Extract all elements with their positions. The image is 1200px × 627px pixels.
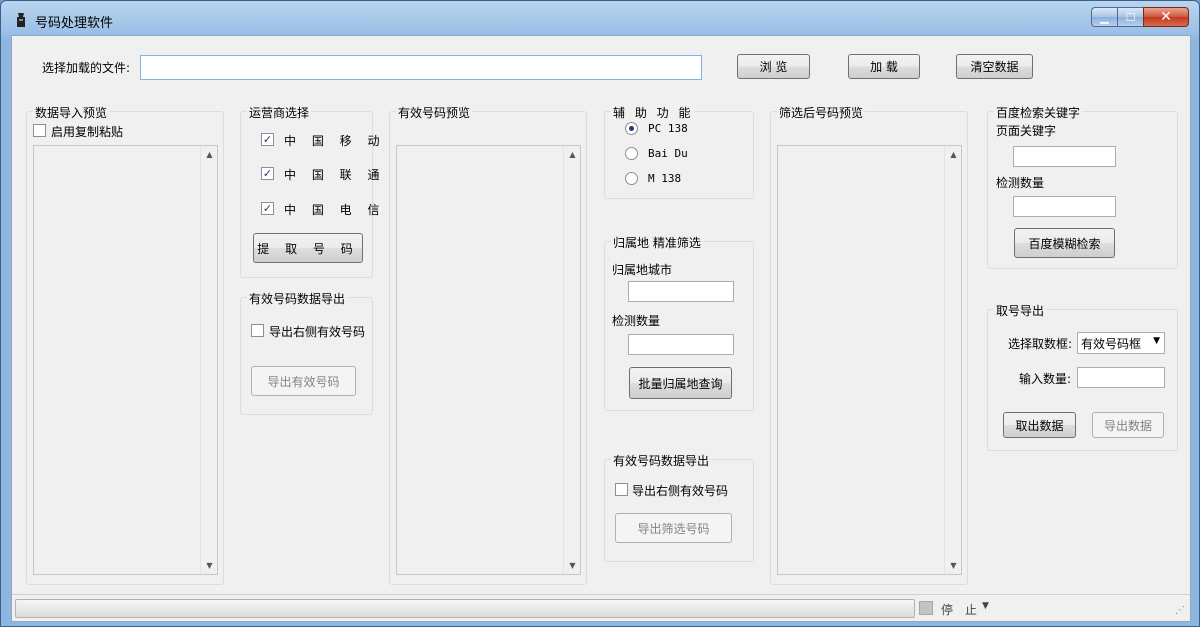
client-area: 选择加载的文件: 浏 览 加 载 清空数据 数据导入预览 启用复制粘贴 ▲ ▼ … (11, 35, 1191, 622)
import-preview-title: 数据导入预览 (33, 104, 110, 121)
status-bar: 停 止 ▼ ⋰ (12, 594, 1190, 621)
valid-export-checkbox[interactable] (251, 324, 264, 337)
region-city-label: 归属地城市 (612, 263, 673, 277)
filtered-scrollbar[interactable]: ▲ ▼ (944, 146, 961, 574)
aux-pc138-label: PC 138 (648, 122, 688, 135)
chevron-down-icon[interactable]: ▼ (982, 601, 989, 611)
scroll-up-icon[interactable]: ▲ (201, 146, 218, 163)
file-label: 选择加载的文件: (42, 61, 131, 75)
carrier-telecom-label: 中 国 电 信 (284, 203, 386, 217)
fetch-count-input[interactable] (1077, 367, 1165, 388)
fetch-group: 取号导出 选择取数框: 有效号码框 ▼ 输入数量: 取出数据 导出数据 (987, 302, 1178, 451)
caption-buttons: ▁ ☐ ✕ (1091, 7, 1189, 27)
close-button[interactable]: ✕ (1143, 7, 1189, 27)
scroll-down-icon[interactable]: ▼ (564, 557, 581, 574)
carrier-telecom-checkbox[interactable] (261, 202, 274, 215)
stop-button[interactable]: 停 止 (941, 601, 981, 618)
baidu-count-input[interactable] (1013, 196, 1116, 217)
paste-checkbox[interactable] (33, 124, 46, 137)
region-query-button[interactable]: 批量归属地查询 (629, 367, 732, 399)
region-count-input[interactable] (628, 334, 734, 355)
filter-export-title: 有效号码数据导出 (611, 452, 712, 469)
scroll-up-icon[interactable]: ▲ (945, 146, 962, 163)
scroll-down-icon[interactable]: ▼ (945, 557, 962, 574)
browse-button[interactable]: 浏 览 (737, 54, 810, 79)
chevron-down-icon: ▼ (1153, 336, 1160, 346)
aux-group: 辅 助 功 能 PC 138 Bai Du M 138 (604, 104, 754, 199)
carrier-unicom-label: 中 国 联 通 (284, 168, 386, 182)
region-count-label: 检测数量 (612, 314, 661, 328)
paste-label: 启用复制粘贴 (51, 125, 124, 139)
carrier-title: 运营商选择 (247, 104, 312, 121)
resize-grip-icon[interactable]: ⋰ (1175, 605, 1185, 616)
import-preview-group: 数据导入预览 启用复制粘贴 ▲ ▼ (26, 104, 224, 585)
valid-export-check-label: 导出右侧有效号码 (269, 325, 366, 339)
extract-numbers-button[interactable]: 提 取 号 码 (253, 233, 363, 263)
baidu-search-button[interactable]: 百度模糊检索 (1014, 228, 1115, 258)
title-bar[interactable]: 号码处理软件 ▁ ☐ ✕ (1, 1, 1199, 35)
stop-square-icon (919, 601, 933, 615)
load-button[interactable]: 加 载 (848, 54, 920, 79)
fetch-source-select[interactable]: 有效号码框 ▼ (1077, 332, 1165, 354)
region-group: 归属地 精准筛选 归属地城市 检测数量 批量归属地查询 (604, 234, 754, 411)
import-preview-list[interactable]: ▲ ▼ (33, 145, 218, 575)
scroll-up-icon[interactable]: ▲ (564, 146, 581, 163)
region-title: 归属地 精准筛选 (611, 234, 703, 251)
carrier-mobile-checkbox[interactable] (261, 133, 274, 146)
fetch-select-label: 选择取数框: (1008, 337, 1073, 351)
file-path-input[interactable] (140, 55, 702, 80)
baidu-count-label: 检测数量 (996, 176, 1045, 190)
minimize-button[interactable]: ▁ (1091, 7, 1117, 27)
import-scrollbar[interactable]: ▲ ▼ (200, 146, 217, 574)
carrier-mobile-label: 中 国 移 动 (284, 134, 386, 148)
valid-export-title: 有效号码数据导出 (247, 290, 348, 307)
carrier-group: 运营商选择 中 国 移 动 中 国 联 通 中 国 电 信 提 取 号 码 (240, 104, 379, 278)
baidu-keyword-label: 页面关键字 (996, 124, 1057, 138)
filter-export-checkbox[interactable] (615, 483, 628, 496)
valid-scrollbar[interactable]: ▲ ▼ (563, 146, 580, 574)
aux-baidu-radio[interactable] (625, 147, 638, 160)
baidu-keyword-input[interactable] (1013, 146, 1116, 167)
filter-export-check-label: 导出右侧有效号码 (632, 484, 729, 498)
aux-title: 辅 助 功 能 (611, 104, 696, 121)
aux-m138-label: M 138 (648, 172, 682, 185)
window-title: 号码处理软件 (35, 16, 114, 31)
minimize-icon: ▁ (1100, 10, 1109, 24)
aux-baidu-label: Bai Du (648, 147, 688, 160)
baidu-group: 百度检索关键字 页面关键字 检测数量 百度模糊检索 (987, 104, 1178, 269)
valid-preview-title: 有效号码预览 (396, 104, 473, 121)
fetch-select-value: 有效号码框 (1081, 336, 1142, 351)
region-city-input[interactable] (628, 281, 734, 302)
filtered-preview-title: 筛选后号码预览 (777, 104, 866, 121)
valid-export-group: 有效号码数据导出 导出右侧有效号码 导出有效号码 (240, 290, 373, 415)
filtered-preview-group: 筛选后号码预览 ▲ ▼ (770, 104, 968, 585)
maximize-button[interactable]: ☐ (1117, 7, 1143, 27)
scroll-down-icon[interactable]: ▼ (201, 557, 218, 574)
baidu-title: 百度检索关键字 (994, 104, 1083, 121)
export-data-button[interactable]: 导出数据 (1092, 412, 1164, 438)
progress-bar (15, 599, 915, 618)
aux-m138-radio[interactable] (625, 172, 638, 185)
filter-export-group: 有效号码数据导出 导出右侧有效号码 导出筛选号码 (604, 452, 754, 562)
fetch-title: 取号导出 (994, 302, 1047, 319)
export-filtered-button[interactable]: 导出筛选号码 (615, 513, 732, 543)
valid-preview-list[interactable]: ▲ ▼ (396, 145, 581, 575)
close-icon: ✕ (1160, 9, 1172, 25)
clear-data-button[interactable]: 清空数据 (956, 54, 1033, 79)
filtered-preview-list[interactable]: ▲ ▼ (777, 145, 962, 575)
fetch-data-button[interactable]: 取出数据 (1003, 412, 1076, 438)
valid-preview-group: 有效号码预览 ▲ ▼ (389, 104, 587, 585)
maximize-icon: ☐ (1125, 10, 1136, 24)
fetch-count-label: 输入数量: (1019, 372, 1072, 386)
app-icon (17, 13, 25, 27)
export-valid-button[interactable]: 导出有效号码 (251, 366, 356, 396)
aux-pc138-radio[interactable] (625, 122, 638, 135)
app-window: 号码处理软件 ▁ ☐ ✕ 选择加载的文件: 浏 览 加 载 清空数据 数据导入预… (0, 0, 1200, 627)
carrier-unicom-checkbox[interactable] (261, 167, 274, 180)
